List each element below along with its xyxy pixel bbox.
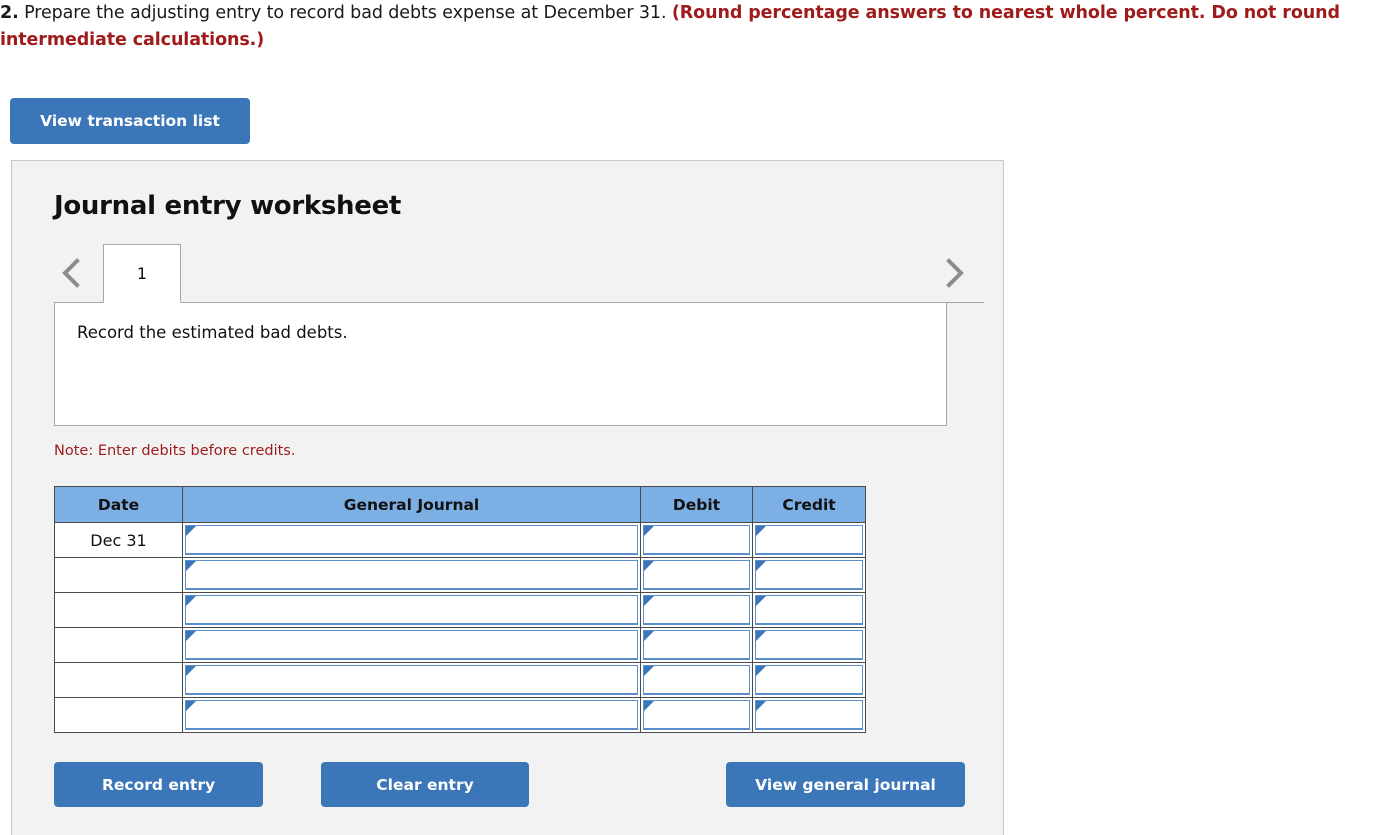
view-general-journal-button[interactable]: View general journal bbox=[726, 762, 965, 807]
table-row bbox=[54, 627, 866, 663]
table-row bbox=[54, 662, 866, 698]
debit-cell-row-1[interactable] bbox=[640, 522, 753, 558]
general-journal-cell-row-1[interactable] bbox=[182, 522, 641, 558]
credit-input-row-1[interactable] bbox=[755, 525, 863, 554]
general-journal-input-row-1[interactable] bbox=[185, 525, 638, 554]
worksheet-tabstrip: 1 bbox=[54, 244, 984, 306]
credit-cell-row-3[interactable] bbox=[752, 592, 866, 628]
journal-entry-worksheet-panel: Journal entry worksheet 1 Record the est… bbox=[11, 160, 1004, 835]
question-prompt: 2. Prepare the adjusting entry to record… bbox=[0, 0, 1400, 54]
question-number: 2. bbox=[0, 3, 19, 23]
credit-input-row-2[interactable] bbox=[755, 560, 863, 589]
debit-input-row-3[interactable] bbox=[643, 595, 750, 624]
general-journal-input-row-6[interactable] bbox=[185, 700, 638, 729]
question-text: Prepare the adjusting entry to record ba… bbox=[18, 3, 672, 23]
general-journal-cell-row-3[interactable] bbox=[182, 592, 641, 628]
table-row bbox=[54, 592, 866, 628]
view-transaction-list-button[interactable]: View transaction list bbox=[10, 98, 250, 144]
general-journal-input-row-5[interactable] bbox=[185, 665, 638, 694]
debit-cell-row-2[interactable] bbox=[640, 557, 753, 593]
general-journal-cell-row-4[interactable] bbox=[182, 627, 641, 663]
tab-entry-1-label: 1 bbox=[136, 264, 148, 283]
debit-input-row-6[interactable] bbox=[643, 700, 750, 729]
general-journal-input-row-3[interactable] bbox=[185, 595, 638, 624]
column-header-credit: Credit bbox=[752, 486, 866, 523]
credit-input-row-6[interactable] bbox=[755, 700, 863, 729]
general-journal-input-row-4[interactable] bbox=[185, 630, 638, 659]
credit-input-row-3[interactable] bbox=[755, 595, 863, 624]
table-row: Dec 31 bbox=[54, 522, 866, 558]
general-journal-cell-row-6[interactable] bbox=[182, 697, 641, 733]
date-cell-row-5[interactable] bbox=[54, 662, 183, 698]
debit-cell-row-6[interactable] bbox=[640, 697, 753, 733]
clear-entry-button[interactable]: Clear entry bbox=[321, 762, 529, 807]
table-row bbox=[54, 697, 866, 733]
tab-entry-1[interactable]: 1 bbox=[103, 244, 181, 303]
date-cell-row-2[interactable] bbox=[54, 557, 183, 593]
debit-input-row-4[interactable] bbox=[643, 630, 750, 659]
credit-input-row-5[interactable] bbox=[755, 665, 863, 694]
column-header-debit: Debit bbox=[640, 486, 753, 523]
credit-cell-row-2[interactable] bbox=[752, 557, 866, 593]
chevron-left-icon[interactable] bbox=[58, 256, 84, 290]
credit-cell-row-6[interactable] bbox=[752, 697, 866, 733]
credit-cell-row-5[interactable] bbox=[752, 662, 866, 698]
debit-cell-row-3[interactable] bbox=[640, 592, 753, 628]
general-journal-cell-row-5[interactable] bbox=[182, 662, 641, 698]
credit-cell-row-4[interactable] bbox=[752, 627, 866, 663]
entry-description-text: Record the estimated bad debts. bbox=[77, 323, 348, 342]
date-cell-row-6[interactable] bbox=[54, 697, 183, 733]
credit-cell-row-1[interactable] bbox=[752, 522, 866, 558]
debits-before-credits-note: Note: Enter debits before credits. bbox=[54, 443, 296, 459]
debit-cell-row-4[interactable] bbox=[640, 627, 753, 663]
date-cell-row-1[interactable]: Dec 31 bbox=[54, 522, 183, 558]
date-cell-row-3[interactable] bbox=[54, 592, 183, 628]
general-journal-cell-row-2[interactable] bbox=[182, 557, 641, 593]
debit-cell-row-5[interactable] bbox=[640, 662, 753, 698]
journal-entry-table: Date General Journal Debit Credit Dec 31 bbox=[54, 486, 866, 733]
table-row bbox=[54, 557, 866, 593]
worksheet-title: Journal entry worksheet bbox=[54, 191, 402, 221]
date-cell-row-4[interactable] bbox=[54, 627, 183, 663]
column-header-general-journal: General Journal bbox=[182, 486, 641, 523]
chevron-right-icon[interactable] bbox=[942, 256, 968, 290]
entry-description-box: Record the estimated bad debts. bbox=[54, 302, 947, 426]
table-header-row: Date General Journal Debit Credit bbox=[54, 486, 866, 523]
debit-input-row-1[interactable] bbox=[643, 525, 750, 554]
credit-input-row-4[interactable] bbox=[755, 630, 863, 659]
column-header-date: Date bbox=[54, 486, 183, 523]
general-journal-input-row-2[interactable] bbox=[185, 560, 638, 589]
debit-input-row-2[interactable] bbox=[643, 560, 750, 589]
record-entry-button[interactable]: Record entry bbox=[54, 762, 263, 807]
debit-input-row-5[interactable] bbox=[643, 665, 750, 694]
